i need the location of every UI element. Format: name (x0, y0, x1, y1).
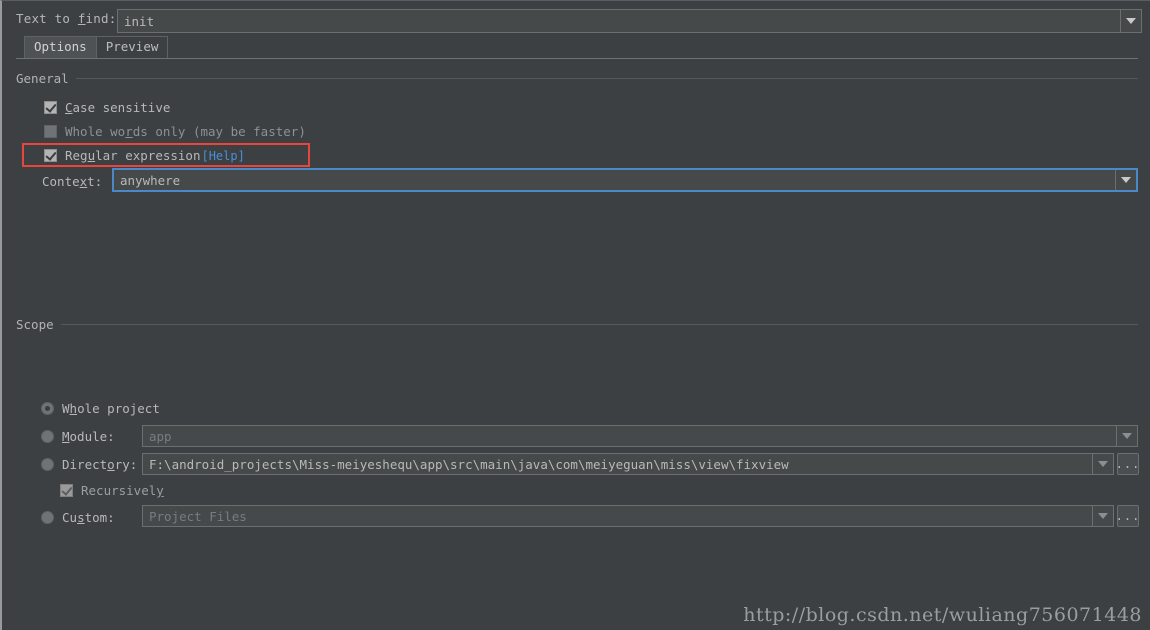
find-label-prefix: Text to (16, 11, 78, 26)
module-dropdown-button[interactable] (1116, 426, 1137, 446)
checkbox-whole-words-only[interactable]: Whole words only (may be faster) (44, 124, 306, 139)
chevron-down-icon (1098, 461, 1108, 467)
radio-icon (41, 430, 54, 443)
checkbox-icon (44, 125, 57, 138)
scope-section-line (60, 324, 1138, 325)
radio-module[interactable]: Module: (41, 429, 115, 444)
find-label: Text to find: (16, 11, 116, 26)
checkbox-case-sensitive[interactable]: Case sensitive (44, 100, 170, 115)
checkbox-icon (44, 149, 57, 162)
checkbox-label: Recursively (81, 483, 164, 498)
general-section-line (72, 78, 1138, 79)
checkbox-label: Whole words only (may be faster) (65, 124, 306, 139)
checkbox-icon (60, 484, 73, 497)
radio-label: Module: (62, 429, 115, 444)
radio-whole-project[interactable]: Whole project (41, 401, 160, 416)
checkbox-recursively[interactable]: Recursively (60, 483, 164, 498)
context-combo[interactable]: anywhere (112, 168, 1138, 192)
context-value[interactable]: anywhere (114, 173, 1115, 188)
tab-bar: Options Preview (24, 36, 169, 58)
context-dropdown-button[interactable] (1115, 170, 1136, 190)
context-label: Context: (42, 174, 103, 189)
radio-directory[interactable]: Directory: (41, 457, 137, 472)
find-label-mnemonic: f (77, 11, 86, 26)
find-label-suffix: ind: (85, 11, 117, 26)
directory-browse-button[interactable]: ... (1116, 453, 1139, 475)
watermark-text: http://blog.csdn.net/wuliang756071448 (743, 604, 1142, 626)
chevron-down-icon (1122, 433, 1132, 439)
checkbox-label: Case sensitive (65, 100, 171, 115)
radio-custom[interactable]: Custom: (41, 510, 115, 525)
custom-combo[interactable]: Project Files (142, 505, 1114, 527)
module-value[interactable]: app (143, 429, 1116, 444)
custom-browse-button[interactable]: ... (1116, 505, 1139, 527)
module-combo[interactable]: app (142, 425, 1138, 447)
directory-value[interactable]: F:\android_projects\Miss-meiyeshequ\app\… (143, 457, 1092, 472)
checkbox-icon (44, 101, 57, 114)
radio-label: Custom: (62, 510, 115, 525)
general-section-title: General (16, 71, 76, 86)
tab-options[interactable]: Options (24, 36, 97, 58)
find-in-path-dialog: Text to find: init Options Preview Gener… (0, 0, 1150, 630)
radio-label: Directory: (62, 457, 138, 472)
tab-preview[interactable]: Preview (96, 36, 169, 58)
chevron-down-icon (1126, 18, 1136, 24)
chevron-down-icon (1121, 177, 1131, 183)
regex-help-link[interactable]: [Help] (201, 149, 244, 163)
find-row: Text to find: init (2, 5, 1150, 33)
find-text-combo[interactable]: init (117, 9, 1142, 33)
chevron-down-icon (1098, 513, 1108, 519)
directory-combo[interactable]: F:\android_projects\Miss-meiyeshequ\app\… (142, 453, 1114, 475)
custom-value[interactable]: Project Files (143, 509, 1092, 524)
checkbox-label: Regular expression (65, 148, 201, 163)
radio-icon (41, 402, 54, 415)
find-dropdown-button[interactable] (1120, 10, 1141, 32)
radio-icon (41, 458, 54, 471)
radio-icon (41, 511, 54, 524)
scope-section-title: Scope (16, 317, 61, 332)
directory-dropdown-button[interactable] (1092, 454, 1113, 474)
radio-label: Whole project (62, 401, 160, 416)
checkbox-regular-expression[interactable]: Regular expression [Help] (44, 148, 245, 163)
tab-underline (16, 58, 1138, 59)
custom-dropdown-button[interactable] (1092, 506, 1113, 526)
find-text-input[interactable]: init (118, 14, 1120, 29)
